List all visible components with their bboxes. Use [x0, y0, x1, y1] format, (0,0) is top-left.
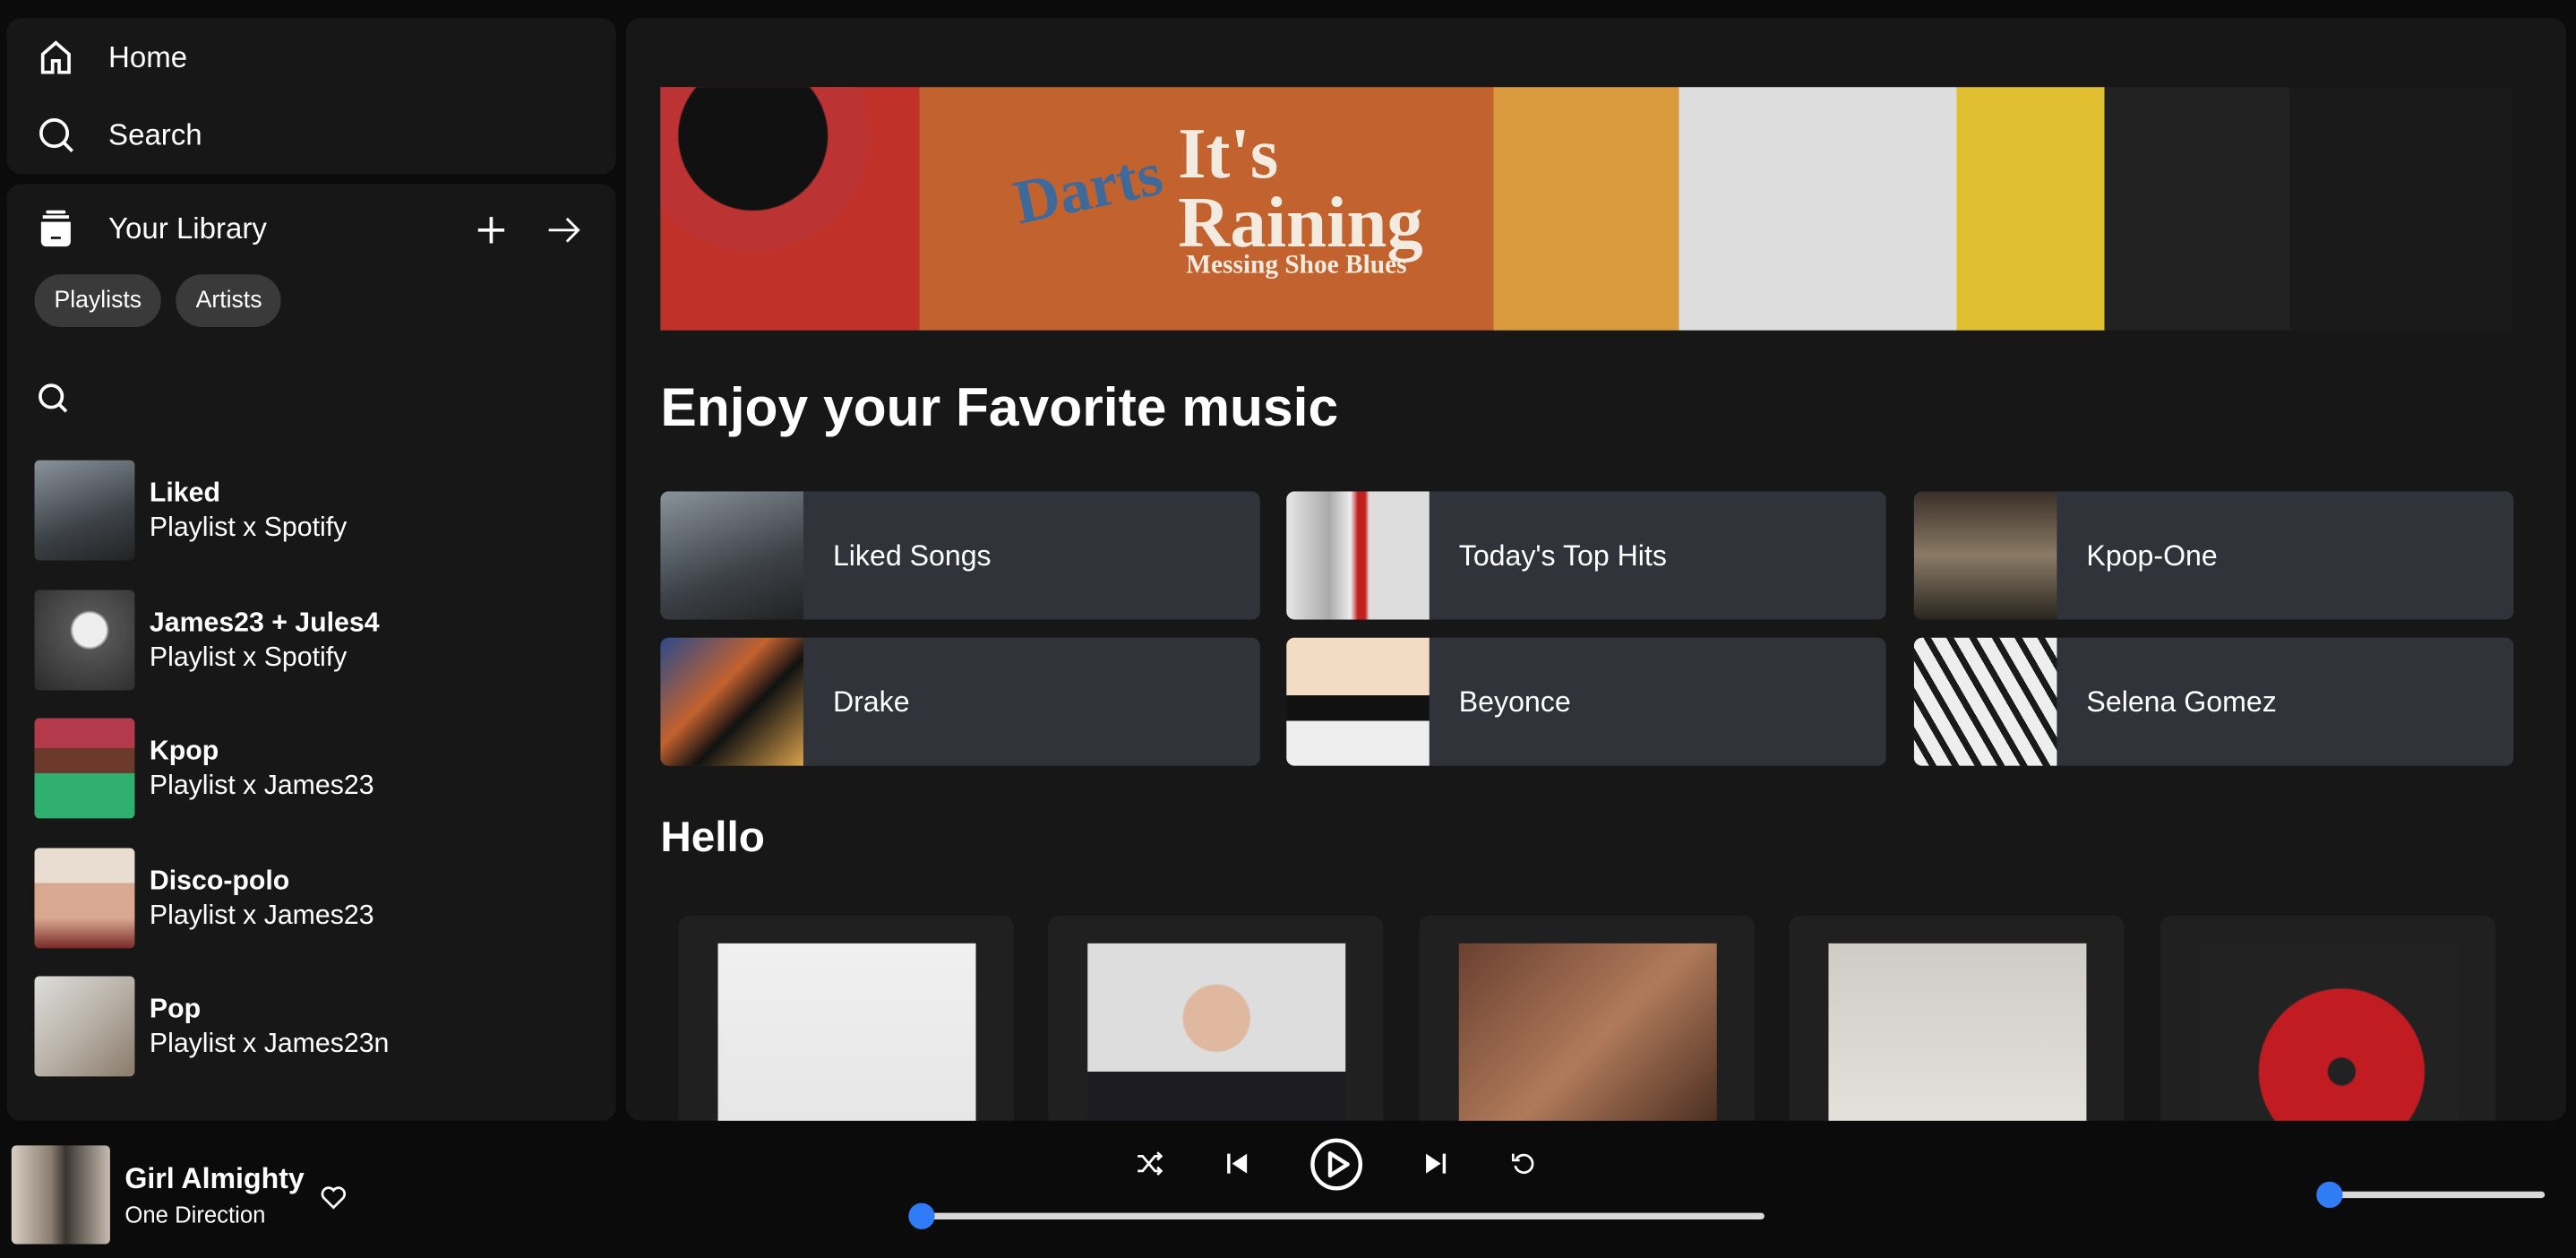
play-icon[interactable]	[1309, 1137, 1364, 1192]
playlist-cover	[34, 718, 135, 819]
cover-image	[1458, 943, 1717, 1121]
now-playing-cover	[11, 1145, 110, 1245]
library-item[interactable]: Disco-polo Playlist x James23	[34, 848, 374, 949]
progress-knob[interactable]	[908, 1202, 935, 1229]
item-title: Disco-polo	[149, 865, 290, 895]
library-panel: Your Library Playlists Artists Liked Play…	[6, 184, 616, 1121]
nav-home-label: Home	[108, 39, 188, 73]
item-title: Kpop	[149, 735, 219, 765]
cover-image	[660, 637, 803, 766]
quick-item[interactable]: Today's Top Hits	[1286, 491, 1886, 620]
cover-image	[717, 943, 976, 1121]
section-heading: Hello	[660, 812, 765, 862]
quick-label: Kpop-One	[2086, 538, 2218, 572]
cover-image	[1828, 943, 2087, 1121]
quick-item[interactable]: Beyonce	[1286, 637, 1886, 766]
heart-icon[interactable]	[319, 1182, 348, 1211]
cover-image	[1286, 637, 1430, 766]
library-item[interactable]: James23 + Jules4 Playlist x Spotify	[34, 590, 380, 691]
item-subtitle: Playlist x James23	[149, 770, 374, 800]
quick-item[interactable]: Kpop-One	[1913, 491, 2514, 620]
album-card[interactable]	[678, 915, 1014, 1121]
quick-item[interactable]: Liked Songs	[660, 491, 1260, 620]
filter-playlists[interactable]: Playlists	[34, 274, 162, 328]
quick-label: Beyonce	[1458, 684, 1571, 718]
player-bar: Girl Almighty One Direction	[0, 1120, 2576, 1258]
volume-knob[interactable]	[2316, 1181, 2343, 1209]
quick-label: Today's Top Hits	[1458, 538, 1667, 572]
now-playing-artist: One Direction	[125, 1201, 266, 1228]
banner-text: It's Raining	[1178, 113, 1423, 263]
album-card[interactable]	[2160, 915, 2496, 1121]
banner-text: Messing Shoe Blues	[1186, 251, 1407, 280]
nav-panel: Home Search	[6, 18, 616, 175]
page-heading: Enjoy your Favorite music	[660, 376, 1339, 437]
progress-slider[interactable]	[921, 1212, 1765, 1219]
playlist-cover	[34, 976, 135, 1077]
album-card[interactable]	[1048, 915, 1384, 1121]
item-subtitle: Playlist x Spotify	[149, 642, 348, 672]
banner-text: Darts	[1008, 139, 1169, 238]
library-title: Your Library	[108, 211, 267, 245]
filter-artists[interactable]: Artists	[176, 274, 282, 328]
shuffle-icon[interactable]	[1135, 1149, 1164, 1178]
item-subtitle: Playlist x Spotify	[149, 512, 348, 542]
main-panel: Darts It's Raining Messing Shoe Blues En…	[625, 18, 2567, 1121]
nav-search-label: Search	[108, 117, 202, 151]
item-title: Liked	[149, 477, 220, 507]
quick-label: Liked Songs	[832, 538, 992, 572]
library-item[interactable]: Liked Playlist x Spotify	[34, 460, 348, 561]
library-search-icon[interactable]	[36, 382, 69, 415]
library-header[interactable]: Your Library	[36, 209, 267, 248]
cover-image	[2199, 943, 2458, 1121]
arrow-right-icon[interactable]	[544, 211, 583, 250]
volume-slider[interactable]	[2329, 1191, 2546, 1199]
playlist-cover	[34, 848, 135, 949]
playlist-cover	[34, 460, 135, 561]
playlist-cover	[34, 590, 135, 691]
nav-home[interactable]: Home	[36, 38, 187, 77]
cover-image	[1286, 491, 1430, 620]
home-icon	[40, 40, 71, 74]
album-card[interactable]	[1419, 915, 1755, 1121]
previous-icon[interactable]	[1223, 1149, 1252, 1178]
repeat-icon[interactable]	[1510, 1150, 1536, 1176]
nav-search[interactable]: Search	[36, 115, 202, 154]
quick-label: Selena Gomez	[2086, 684, 2277, 718]
cover-image	[660, 491, 803, 620]
item-title: Pop	[149, 993, 202, 1023]
item-subtitle: Playlist x James23n	[149, 1028, 390, 1058]
quick-label: Drake	[832, 684, 910, 718]
plus-icon[interactable]	[471, 211, 511, 250]
quick-item[interactable]: Selena Gomez	[1913, 637, 2514, 766]
search-icon	[39, 118, 74, 153]
quick-item[interactable]: Drake	[660, 637, 1260, 766]
next-icon[interactable]	[1421, 1149, 1451, 1178]
album-card[interactable]	[1789, 915, 2125, 1121]
item-title: James23 + Jules4	[149, 607, 380, 637]
library-item[interactable]: Kpop Playlist x James23	[34, 718, 374, 819]
library-item[interactable]: Pop Playlist x James23n	[34, 976, 390, 1077]
cover-image	[1087, 943, 1346, 1121]
hero-banner: Darts It's Raining Messing Shoe Blues	[660, 87, 2512, 331]
cover-image	[1913, 637, 2057, 766]
item-subtitle: Playlist x James23	[149, 900, 374, 930]
library-icon	[40, 210, 71, 247]
cover-image	[1913, 491, 2057, 620]
now-playing-title: Girl Almighty	[125, 1161, 305, 1195]
